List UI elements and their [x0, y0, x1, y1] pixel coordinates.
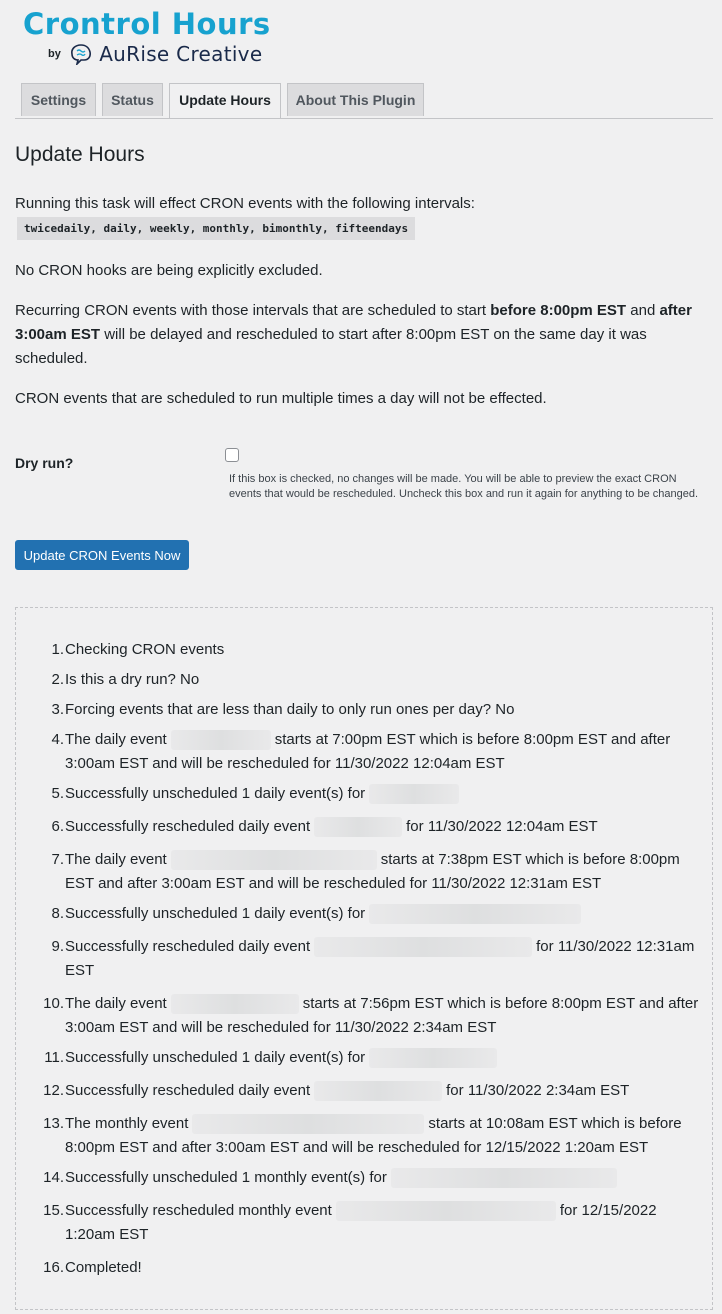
- intervals-code-wrap: twicedaily, daily, weekly, monthly, bimo…: [17, 217, 416, 240]
- redacted-hook: [314, 937, 533, 958]
- dry-run-label: Dry run?: [15, 455, 74, 471]
- update-cron-events-button[interactable]: Update CRON Events Now: [15, 540, 189, 570]
- brain-icon: [69, 43, 93, 67]
- tab-settings[interactable]: Settings: [21, 83, 96, 116]
- redacted-hook: [170, 730, 271, 751]
- redacted-hook: [390, 1168, 617, 1189]
- multiple-text: CRON events that are scheduled to run mu…: [15, 390, 547, 407]
- logo-byline: by AuRise Creative: [48, 42, 262, 68]
- redacted-hook: [335, 1201, 556, 1222]
- redacted-hook: [369, 784, 460, 805]
- tab-update-hours[interactable]: Update Hours: [169, 83, 281, 118]
- results-log: 1. Checking CRON events 2. Is this a dry r…: [15, 607, 713, 1310]
- redacted-hook: [369, 1048, 498, 1069]
- dry-run-checkbox[interactable]: [225, 448, 239, 462]
- redacted-hook: [170, 850, 377, 871]
- intervals-code: twicedaily, daily, weekly, monthly, bimo…: [17, 217, 416, 240]
- redacted-hook: [192, 1114, 425, 1135]
- redacted-hook: [170, 994, 299, 1015]
- dry-run-description: If this box is checked, no changes will …: [229, 473, 699, 500]
- redacted-hook: [314, 817, 403, 838]
- redacted-hook: [314, 1081, 443, 1102]
- schedule-before-time: before 8:00pm EST: [490, 302, 627, 319]
- tab-bar: Settings Status Update Hours About This …: [15, 83, 713, 119]
- redacted-hook: [369, 904, 582, 925]
- excluded-text: No CRON hooks are being explicitly exclu…: [15, 262, 323, 279]
- tab-status[interactable]: Status: [102, 83, 163, 116]
- logo-company: AuRise Creative: [99, 42, 263, 66]
- plugin-logo: Crontrol Hours by AuRise Creative: [23, 8, 323, 70]
- intro-text: Running this task will effect CRON event…: [15, 195, 475, 212]
- logo-by: by: [48, 48, 61, 60]
- logo-title: Crontrol Hours: [23, 7, 271, 41]
- page-title: Update Hours: [15, 143, 145, 166]
- tab-about-plugin[interactable]: About This Plugin: [287, 83, 424, 116]
- schedule-text: Recurring CRON events with those interva…: [15, 302, 692, 367]
